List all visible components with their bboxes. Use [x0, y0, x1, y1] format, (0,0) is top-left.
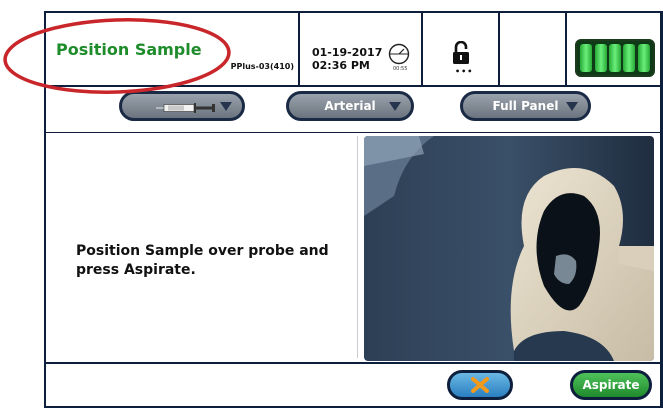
- unlock-icon[interactable]: [452, 41, 470, 65]
- header-bar: Position Sample PPlus-03(410) 01-19-2017…: [46, 13, 660, 85]
- analyzer-screen: Position Sample PPlus-03(410) 01-19-2017…: [44, 11, 663, 408]
- sample-source-dropdown[interactable]: Arterial: [286, 91, 414, 121]
- battery-cell-bar: [637, 44, 650, 72]
- sample-source-value: Arterial: [324, 99, 376, 113]
- timer-label: 00:55: [393, 66, 408, 72]
- cancel-button[interactable]: [447, 370, 513, 400]
- battery-icon: [575, 39, 655, 77]
- battery-cell-bar: [608, 44, 621, 72]
- sample-type-dropdown[interactable]: [119, 91, 245, 121]
- battery-cell-bar: [623, 44, 636, 72]
- analyzer-id: PPlus-03(410): [230, 62, 294, 71]
- instruction-text: Position Sample over probe and press Asp…: [76, 243, 329, 278]
- main-panel: Position Sample over probe and press Asp…: [46, 133, 660, 362]
- panel-value: Full Panel: [492, 99, 559, 113]
- battery-cell: [567, 13, 660, 85]
- syringe-icon: [156, 103, 215, 113]
- datetime-cell: 01-19-2017 02:36 PM 00:55: [300, 13, 423, 85]
- chevron-down-icon: [389, 102, 401, 111]
- chevron-down-icon: [566, 102, 578, 111]
- chevron-down-icon: [220, 102, 232, 111]
- date-text: 01-19-2017: [312, 46, 383, 59]
- page-title: Position Sample: [56, 40, 202, 59]
- sample-probe-photo: [364, 136, 654, 361]
- lock-status-dots: •••: [455, 67, 474, 76]
- battery-cell-bar: [580, 44, 593, 72]
- battery-cell-bar: [594, 44, 607, 72]
- x-icon: [471, 377, 489, 393]
- selector-row: Arterial Full Panel: [46, 87, 660, 132]
- title-cell: Position Sample PPlus-03(410): [46, 13, 300, 85]
- footer-bar: Aspirate: [46, 364, 660, 406]
- aspirate-button[interactable]: Aspirate: [570, 370, 652, 400]
- lock-cell[interactable]: •••: [423, 13, 500, 85]
- time-text: 02:36 PM: [312, 59, 370, 72]
- empty-status-cell: [500, 13, 567, 85]
- timer-gauge-icon: [388, 43, 410, 65]
- vertical-divider: [357, 136, 358, 358]
- panel-dropdown[interactable]: Full Panel: [460, 91, 591, 121]
